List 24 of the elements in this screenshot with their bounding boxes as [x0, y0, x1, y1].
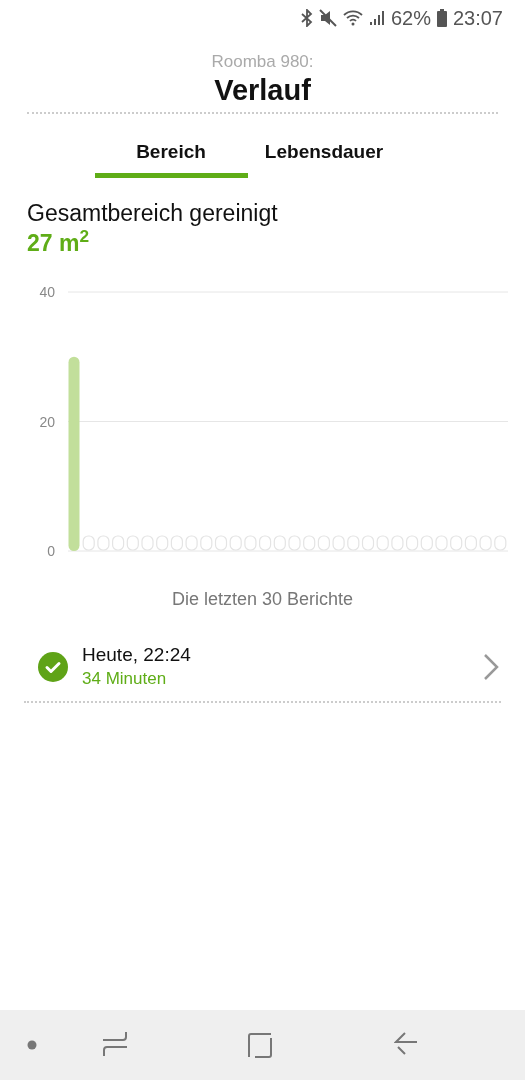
- chart-caption: Die letzten 30 Berichte: [171, 588, 354, 611]
- mute-icon: [318, 9, 337, 27]
- bluetooth-icon: [300, 9, 313, 27]
- page-title: Verlauf: [214, 73, 311, 108]
- chevron-right-icon: [483, 653, 499, 681]
- battery-percentage: 62%: [390, 6, 431, 31]
- axis-tick-label: 20: [39, 413, 55, 430]
- summary-label: Gesamtbereich gereinigt: [27, 199, 279, 228]
- signal-icon: [368, 10, 385, 26]
- recent-apps-icon[interactable]: [102, 1031, 128, 1059]
- dot-icon[interactable]: [27, 1040, 37, 1050]
- battery-icon: [436, 9, 447, 27]
- device-name: Roomba 980:: [211, 52, 314, 72]
- axis-tick-label: 0: [47, 543, 55, 559]
- report-time: Heute, 22:24: [82, 643, 192, 667]
- report-duration: 34 Minuten: [82, 668, 168, 690]
- axis-tick-label: 40: [39, 284, 55, 300]
- wifi-icon: [342, 10, 363, 26]
- report-row[interactable]: Heute, 22:24 34 Minuten: [24, 633, 501, 703]
- clock: 23:07: [452, 6, 503, 31]
- tab[interactable]: Bereich: [94, 132, 248, 178]
- summary-value: 27 m$^{2}$: [27, 228, 91, 258]
- home-icon[interactable]: [248, 1032, 274, 1058]
- tab[interactable]: Lebensdauer: [247, 132, 401, 178]
